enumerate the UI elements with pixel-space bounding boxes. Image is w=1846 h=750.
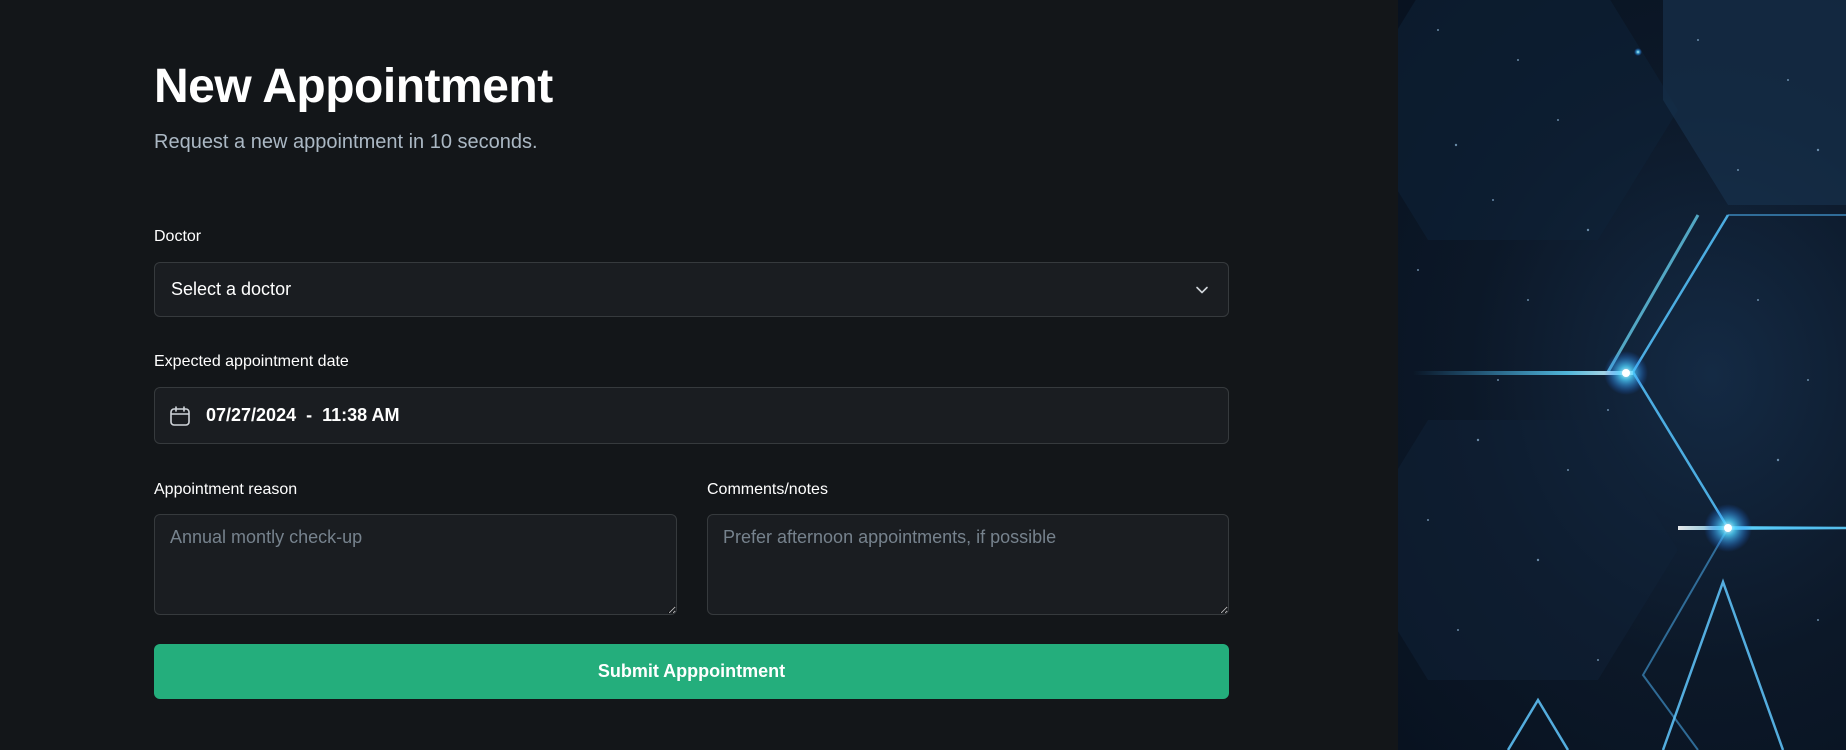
chevron-down-icon bbox=[1192, 280, 1212, 300]
date-field-label: Expected appointment date bbox=[154, 353, 349, 370]
calendar-icon bbox=[168, 404, 192, 428]
hexagon-glow-image bbox=[1398, 0, 1846, 750]
date-value: 07/27/2024 - 11:38 AM bbox=[206, 405, 400, 425]
decorative-hexagon-artwork bbox=[1398, 0, 1846, 750]
notes-textarea[interactable] bbox=[707, 514, 1229, 615]
doctor-select-value: Select a doctor bbox=[171, 279, 292, 299]
doctor-select[interactable]: Select a doctor bbox=[154, 262, 1229, 317]
submit-appointment-button[interactable]: Submit Apppointment bbox=[154, 644, 1229, 699]
form-panel: New Appointment Request a new appointmen… bbox=[0, 0, 1398, 750]
page-subtitle: Request a new appointment in 10 seconds. bbox=[154, 131, 538, 153]
date-picker-input[interactable]: 07/27/2024 - 11:38 AM bbox=[154, 387, 1229, 444]
reason-textarea[interactable] bbox=[154, 514, 677, 615]
reason-field-label: Appointment reason bbox=[154, 481, 298, 498]
appointment-form: New Appointment Request a new appointmen… bbox=[154, 58, 1229, 699]
page-title: New Appointment bbox=[154, 60, 553, 113]
appointment-page: New Appointment Request a new appointmen… bbox=[0, 0, 1846, 750]
doctor-field-label: Doctor bbox=[154, 228, 202, 245]
notes-field-label: Comments/notes bbox=[707, 481, 828, 498]
